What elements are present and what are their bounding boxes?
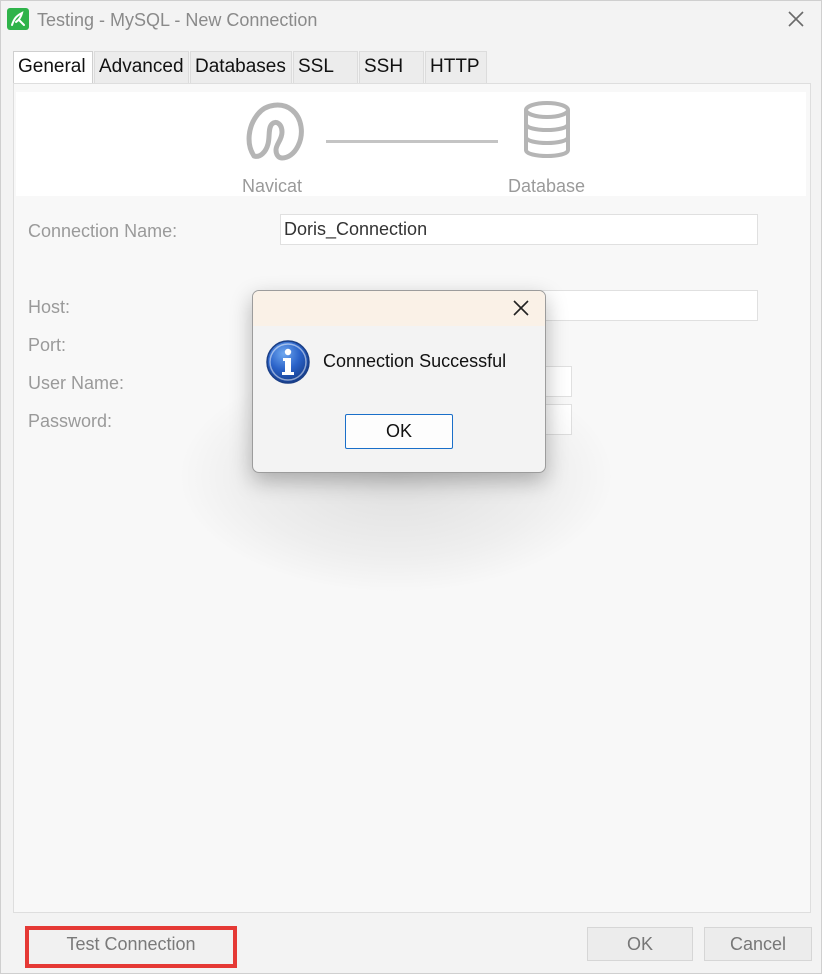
tab-databases[interactable]: Databases — [190, 51, 292, 83]
title-bar: Testing - MySQL - New Connection — [1, 1, 821, 39]
test-connection-button[interactable]: Test Connection — [25, 926, 237, 968]
port-label: Port: — [28, 335, 67, 355]
dialog-ok-button[interactable]: OK — [345, 414, 453, 449]
navicat-label: Navicat — [242, 176, 303, 196]
close-icon[interactable] — [785, 8, 807, 30]
dialog-message: Connection Successful — [323, 351, 507, 371]
tab-advanced[interactable]: Advanced — [94, 51, 189, 83]
cancel-button[interactable]: Cancel — [704, 927, 812, 961]
ok-button[interactable]: OK — [587, 927, 693, 961]
navicat-app-icon — [7, 8, 29, 30]
connection-name-label: Connection Name: — [28, 221, 178, 241]
tab-general[interactable]: General — [13, 51, 93, 84]
dialog-title-bar — [253, 291, 545, 326]
dialog-close-icon[interactable] — [511, 298, 531, 318]
database-label: Database — [508, 176, 586, 196]
tab-ssh[interactable]: SSH — [359, 51, 424, 83]
window-title: Testing - MySQL - New Connection — [37, 10, 318, 30]
user-name-label: User Name: — [28, 373, 125, 393]
tab-http[interactable]: HTTP — [425, 51, 487, 83]
connection-name-input[interactable]: Doris_Connection — [280, 214, 758, 245]
password-label: Password: — [28, 411, 113, 431]
database-icon — [522, 100, 572, 167]
navicat-logo-icon — [242, 100, 306, 167]
connection-banner: Navicat Database — [16, 92, 806, 196]
info-icon — [265, 339, 311, 390]
host-label: Host: — [28, 297, 71, 317]
connection-result-dialog: Connection Successful OK — [252, 290, 546, 473]
connector-line — [326, 140, 498, 143]
tab-bar: General Advanced Databases SSL SSH HTTP — [13, 51, 488, 84]
tab-ssl[interactable]: SSL — [293, 51, 358, 83]
new-connection-window: Testing - MySQL - New Connection General… — [0, 0, 822, 974]
